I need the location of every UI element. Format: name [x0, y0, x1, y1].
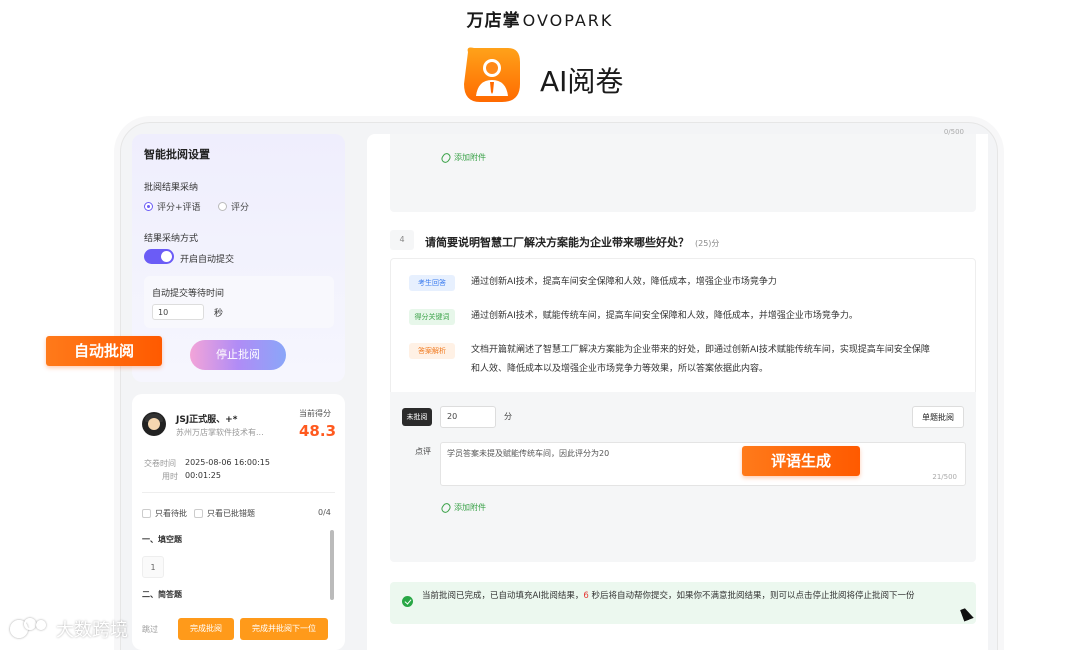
brand-latin: OVOPARK — [522, 11, 614, 30]
submit-time: 2025-08-06 16:00:15 — [185, 458, 270, 467]
radio-unselected-icon — [218, 202, 227, 211]
analysis-line-2: 和人效、降低成本以及增强企业市场竞争力等效果，所以答案依据此内容。 — [471, 364, 769, 374]
tag-score-keywords: 得分关键词 — [409, 309, 455, 325]
question-text: 请简要说明智慧工厂解决方案能为企业带来哪些好处？ (25)分 — [425, 236, 720, 249]
tag-answer-analysis: 答案解析 — [409, 343, 455, 359]
brand-logo: 万店掌 OVOPARK — [0, 6, 1080, 31]
watermark: 大数跨境 — [10, 616, 128, 642]
notice-text: 当前批阅已完成，已自动填充AI批阅结果，6 秒后将自动帮你提交，如果你不满意批阅… — [422, 591, 915, 601]
student-org: 苏州万店掌软件技术有... — [176, 428, 264, 437]
grading-box: 未批阅 20 分 单题批阅 点评 学员答案未提及赋能传统车间，因此评分为20 2… — [390, 392, 976, 562]
review-progress: 0/4 — [318, 508, 331, 517]
finish-review-button[interactable]: 完成批阅 — [178, 618, 234, 640]
settings-title: 智能批阅设置 — [144, 148, 210, 161]
callout-auto-review: 自动批阅 — [46, 336, 162, 366]
student-name: JSJ正式服、+* — [176, 415, 238, 425]
submit-time-label: 交卷时间 — [144, 459, 176, 468]
wait-time-label: 自动提交等待时间 — [152, 289, 225, 299]
section-short-answer: 二、简答题 — [142, 590, 182, 599]
result-adopt-label: 批阅结果采纳 — [144, 183, 199, 193]
wait-time-box: 自动提交等待时间 10 秒 — [144, 276, 334, 328]
question-number: 4 — [390, 230, 414, 250]
paperclip-icon — [439, 151, 453, 164]
question-detail-box: 考生回答 通过创新AI技术，提高车间安全保障和人效，降低成本，增强企业市场竞争力… — [390, 258, 976, 396]
question-nav-item[interactable]: 1 — [142, 556, 164, 578]
review-status-badge: 未批阅 — [402, 408, 432, 426]
finish-next-button[interactable]: 完成并批阅下一位 — [240, 618, 328, 640]
adopt-mode-label: 结果采纳方式 — [144, 234, 199, 244]
add-attachment-link[interactable]: 添加附件 — [439, 501, 486, 514]
tag-student-answer: 考生回答 — [409, 275, 455, 291]
current-score-label: 当前得分 — [299, 409, 331, 418]
grading-main-panel: 0/500 添加附件 4 请简要说明智慧工厂解决方案能为企业带来哪些好处？ (25… — [367, 128, 988, 650]
callout-comment-generation: 评语生成 — [742, 446, 860, 476]
radio-score-comment[interactable]: 评分+评语 — [144, 200, 201, 213]
watermark-logo-icon — [10, 618, 50, 640]
watermark-text: 大数跨境 — [56, 620, 128, 641]
section-fill-blank: 一、填空题 — [142, 535, 182, 544]
score-unit: 分 — [504, 412, 512, 421]
auto-submit-notice: 当前批阅已完成，已自动填充AI批阅结果，6 秒后将自动帮你提交，如果你不满意批阅… — [390, 582, 976, 624]
check-circle-icon — [402, 596, 413, 607]
student-answer-text: 通过创新AI技术，提高车间安全保障和人效，降低成本，增强企业市场竞争力 — [471, 277, 777, 287]
score-input[interactable]: 20 — [440, 406, 496, 428]
add-attachment-link[interactable]: 添加附件 — [439, 151, 486, 164]
paperclip-icon — [439, 501, 453, 514]
filter-pending-checkbox[interactable]: 只看待批 — [142, 508, 187, 519]
comment-textarea[interactable]: 学员答案未提及赋能传统车间，因此评分为20 21/500 — [440, 442, 966, 486]
duration: 00:01:25 — [185, 471, 221, 480]
app-title: AI阅卷 — [540, 65, 624, 98]
filter-wrong-checkbox[interactable]: 只看已批错题 — [194, 508, 255, 519]
score-keywords-text: 通过创新AI技术，赋能传统车间，提高车间安全保障和人效，降低成本，并增强企业市场… — [471, 311, 858, 321]
brand-cn: 万店掌 — [466, 11, 521, 31]
comment-label: 点评 — [415, 447, 431, 456]
analysis-line-1: 文档开篇就阐述了智慧工厂解决方案能为企业带来的好处，即通过创新AI技术赋能传统车… — [471, 345, 930, 355]
auto-submit-label: 开启自动提交 — [180, 255, 235, 265]
comment-char-count: 21/500 — [932, 473, 957, 481]
ai-grader-icon — [464, 47, 520, 102]
stop-review-button[interactable]: 停止批阅 — [190, 340, 286, 370]
question-points: (25)分 — [695, 239, 720, 248]
checkbox-icon — [194, 509, 203, 518]
wait-time-input[interactable]: 10 — [152, 304, 204, 320]
previous-answer-box: 0/500 添加附件 — [390, 128, 976, 212]
student-panel: JSJ正式服、+* 苏州万店掌软件技术有... 当前得分 48.3 交卷时间 2… — [132, 394, 345, 650]
radio-selected-icon — [144, 202, 153, 211]
radio-score-only[interactable]: 评分 — [218, 200, 249, 213]
screen: 万店掌 OVOPARK AI阅卷 智能批阅设置 批阅结果采纳 评分+评语 评分 结… — [0, 0, 1080, 650]
avatar — [142, 412, 166, 436]
char-count: 0/500 — [943, 128, 964, 136]
duration-label: 用时 — [162, 472, 178, 481]
review-settings-panel: 智能批阅设置 批阅结果采纳 评分+评语 评分 结果采纳方式 开启自动提交 自动提… — [132, 134, 345, 382]
current-score: 48.3 — [299, 422, 337, 440]
single-review-button[interactable]: 单题批阅 — [912, 406, 964, 428]
skip-link[interactable]: 跳过 — [142, 624, 158, 635]
wait-time-unit: 秒 — [214, 309, 224, 319]
scrollbar[interactable] — [330, 530, 334, 600]
auto-submit-toggle[interactable] — [144, 249, 174, 264]
checkbox-icon — [142, 509, 151, 518]
divider — [142, 492, 335, 493]
